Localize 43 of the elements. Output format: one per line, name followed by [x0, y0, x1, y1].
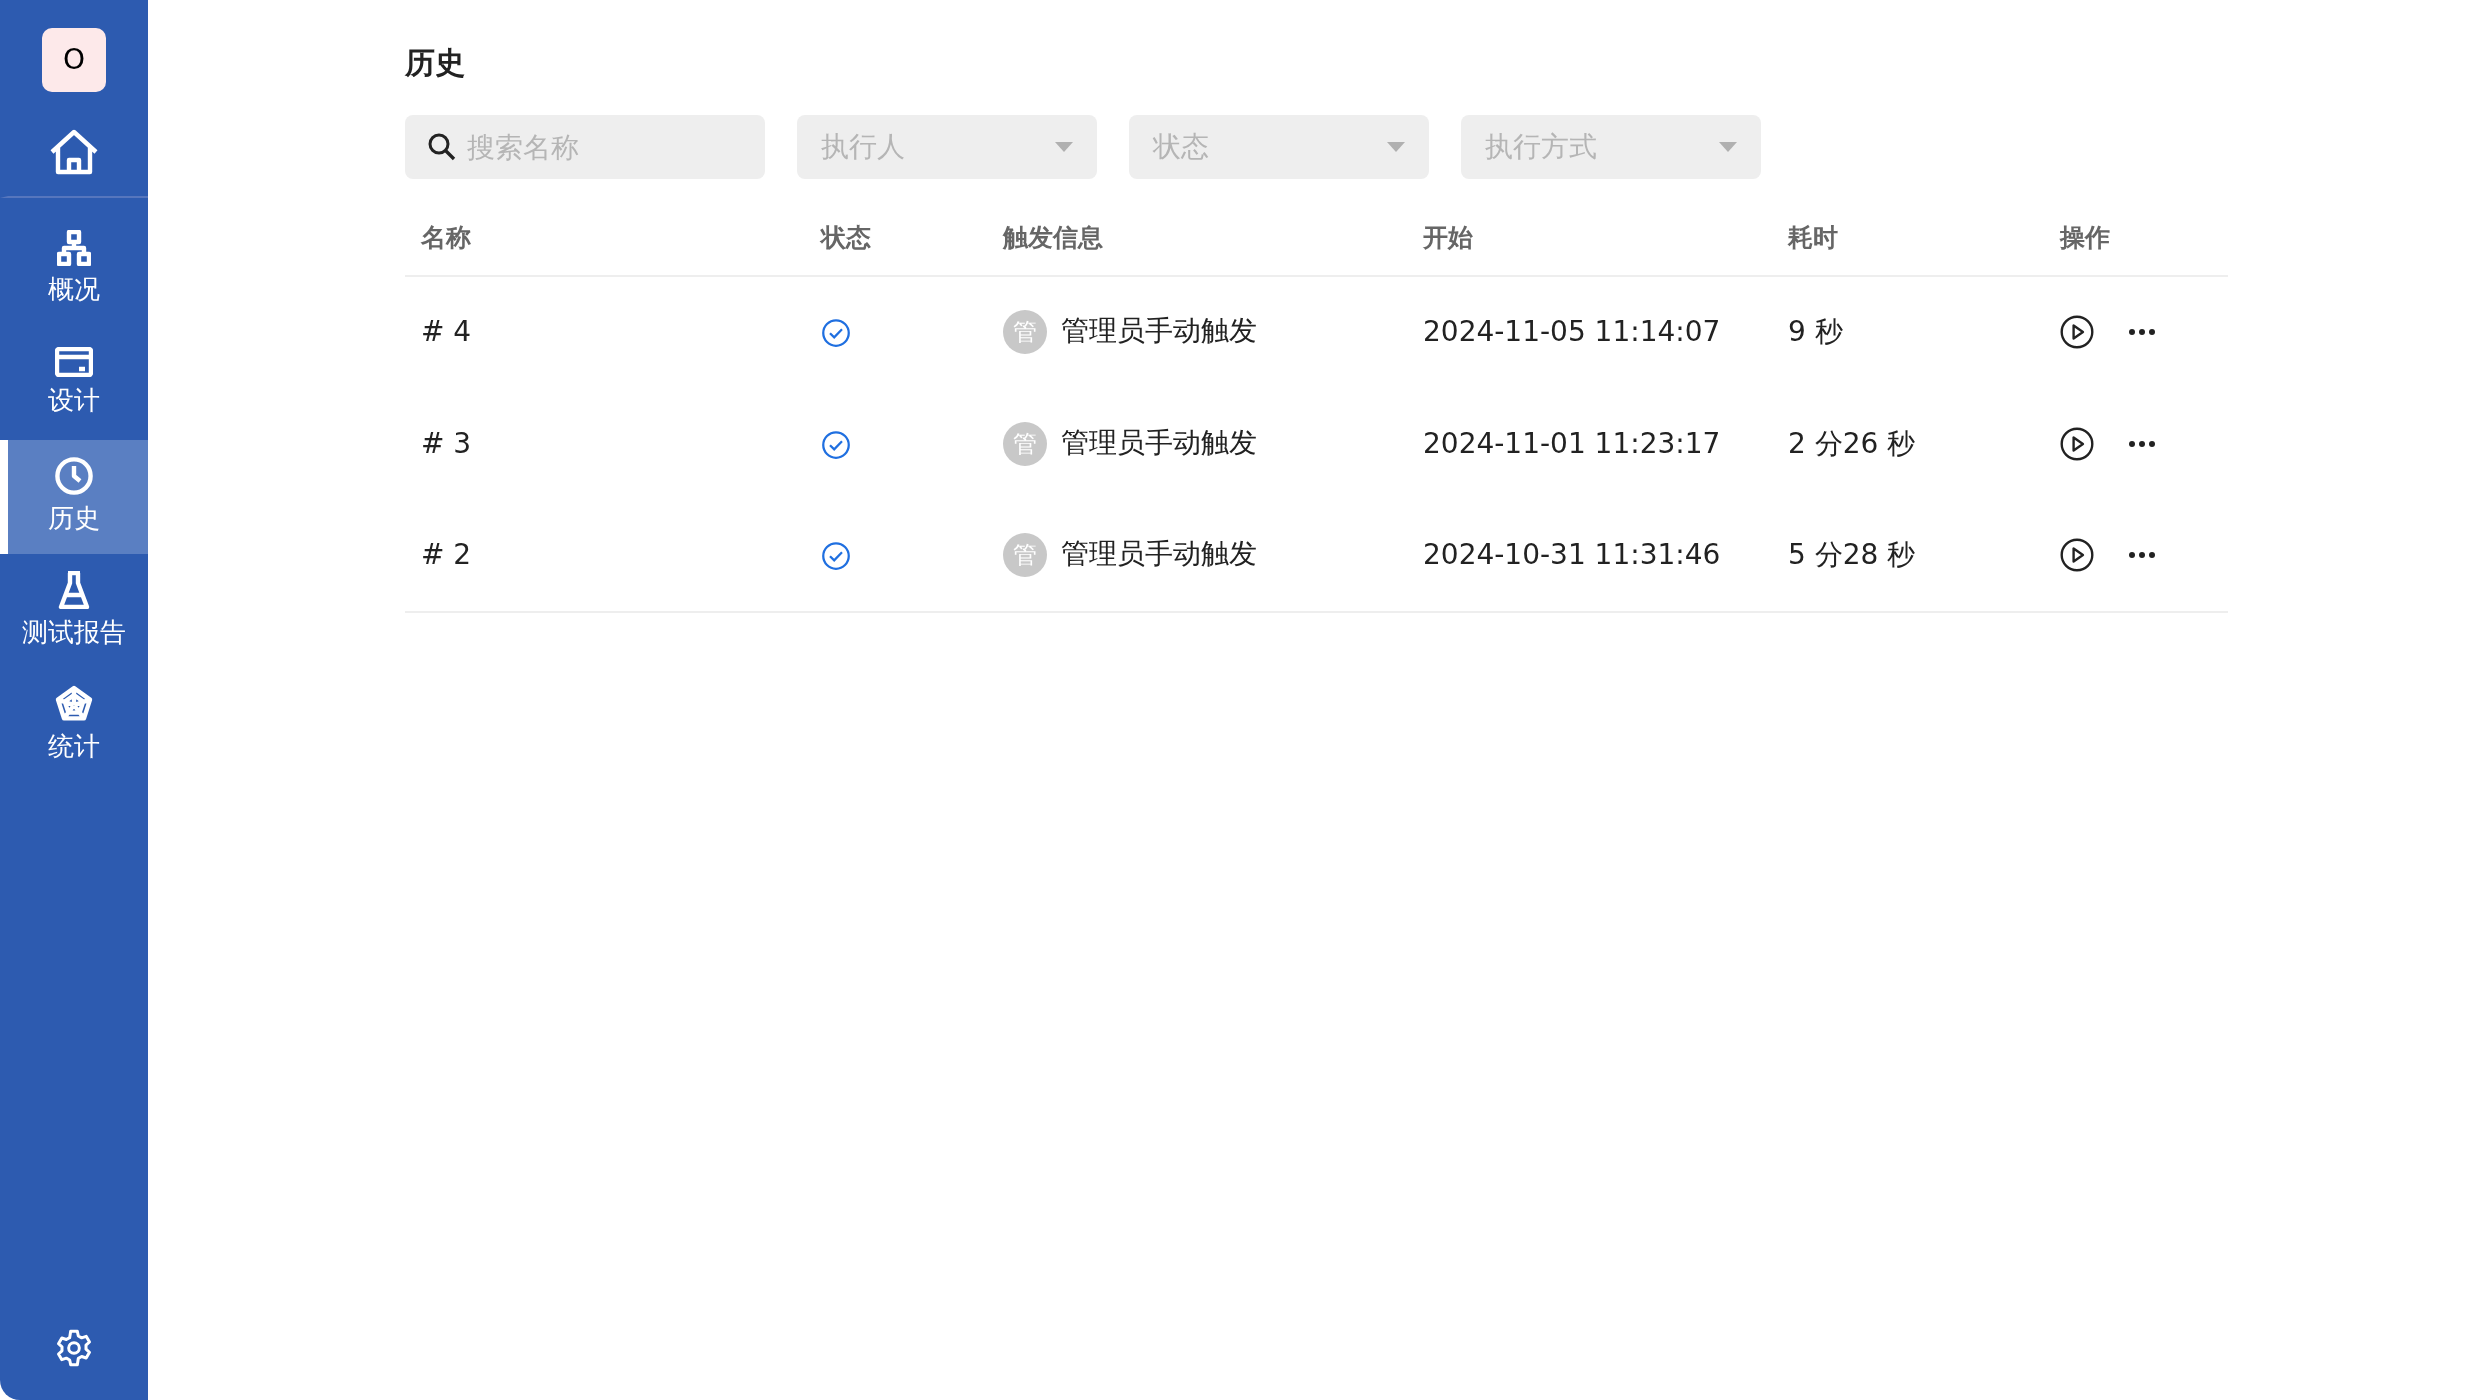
column-header: 触发信息	[1003, 223, 1103, 252]
caret-icon	[1387, 142, 1405, 152]
search-icon	[427, 132, 457, 162]
clock-icon	[55, 456, 93, 495]
play-icon[interactable]	[2060, 426, 2094, 461]
start-time: 2024-10-31 11:31:46	[1423, 538, 1721, 571]
flask-icon	[58, 570, 90, 609]
nav-item[interactable]: 设计	[0, 326, 148, 440]
duration: 2 分26 秒	[1788, 426, 1916, 460]
column-header: 耗时	[1788, 223, 1838, 252]
run-number: # 3	[421, 426, 472, 460]
start-time: 2024-11-01 11:23:17	[1423, 426, 1721, 460]
start-time: 2024-11-05 11:14:07	[1423, 315, 1721, 348]
caret-icon	[1055, 142, 1073, 152]
nav-item[interactable]: 概况	[0, 212, 148, 326]
more-icon[interactable]	[2128, 328, 2156, 336]
trigger-info: 管理员手动触发	[1061, 537, 1257, 570]
more-icon[interactable]	[2128, 439, 2156, 448]
run-number: # 2	[421, 538, 472, 571]
hierarchy-icon	[57, 229, 91, 266]
nav-item[interactable]: 历史	[0, 440, 148, 554]
settings-icon[interactable]	[54, 1328, 94, 1368]
search-field[interactable]: 搜索名称	[405, 115, 765, 179]
card-icon	[55, 346, 93, 377]
play-icon[interactable]	[2060, 538, 2094, 572]
caret-icon	[1719, 142, 1737, 152]
play-icon[interactable]	[2060, 315, 2094, 349]
nav-item[interactable]: 统计	[0, 668, 148, 782]
run-number: # 4	[421, 315, 472, 348]
page-title: 历史	[405, 44, 466, 82]
home-icon	[48, 128, 100, 176]
duration: 5 分28 秒	[1788, 538, 1916, 571]
column-header: 操作	[2060, 223, 2110, 252]
trigger-info: 管理员手动触发	[1061, 425, 1257, 459]
more-icon[interactable]	[2128, 551, 2156, 559]
logo-avatar[interactable]: O	[42, 28, 106, 92]
column-header: 状态	[821, 223, 871, 252]
radar-chart-icon	[55, 684, 93, 723]
trigger-info: 管理员手动触发	[1061, 314, 1257, 347]
column-header: 名称	[421, 223, 471, 252]
duration: 9 秒	[1788, 315, 1843, 348]
nav-item[interactable]: 测试报告	[0, 554, 148, 668]
column-header: 开始	[1423, 223, 1473, 252]
